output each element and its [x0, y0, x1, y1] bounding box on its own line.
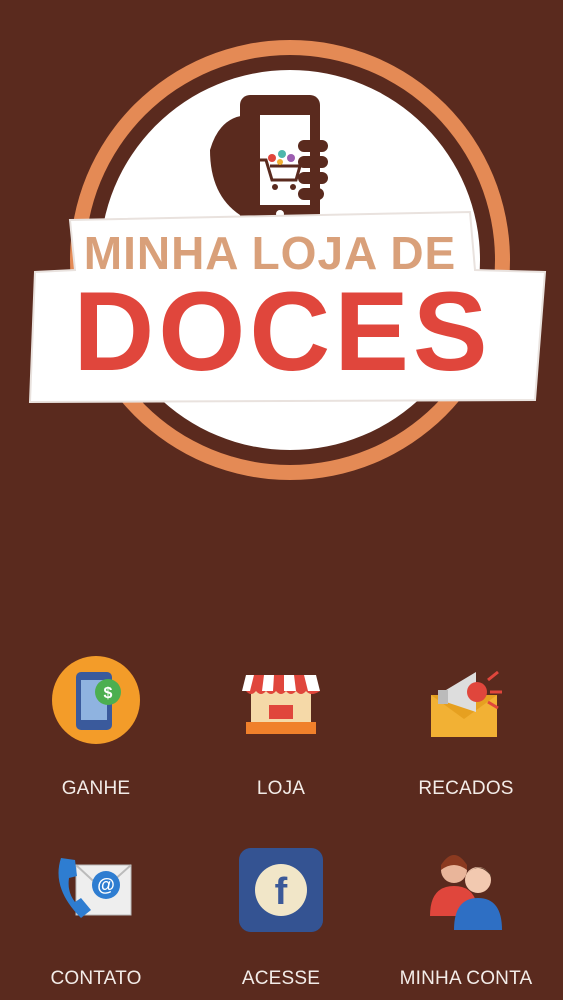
svg-text:$: $: [104, 685, 113, 702]
app-logo: MINHA LOJA DE DOCES: [0, 0, 563, 520]
facebook-icon: f: [239, 848, 323, 932]
menu-label-recados: RECADOS: [418, 778, 514, 799]
phone-money-icon: $: [52, 656, 140, 744]
megaphone-envelope-icon: [431, 670, 502, 737]
storefront-icon: [242, 675, 320, 734]
menu-label-loja: LOJA: [256, 778, 306, 799]
menu-label-contato: CONTATO: [50, 968, 142, 989]
menu-item-ganhe[interactable]: $ GANHE: [11, 650, 181, 800]
menu-label-acesse: ACESSE: [241, 968, 321, 989]
menu-item-minha-conta[interactable]: MINHA CONTA: [381, 840, 551, 990]
svg-text:@: @: [97, 875, 115, 895]
menu-item-loja[interactable]: LOJA: [196, 650, 366, 800]
svg-text:f: f: [275, 871, 288, 913]
menu-label-ganhe: GANHE: [61, 778, 131, 799]
users-icon: [430, 855, 502, 930]
menu-item-acesse[interactable]: f ACESSE: [196, 840, 366, 990]
menu-item-contato[interactable]: @ CONTATO: [11, 840, 181, 990]
menu-item-recados[interactable]: RECADOS: [381, 650, 551, 800]
menu-label-minha-conta: MINHA CONTA: [399, 968, 533, 989]
phone-email-icon: @: [58, 858, 132, 918]
logo-line2: DOCES: [73, 269, 492, 394]
